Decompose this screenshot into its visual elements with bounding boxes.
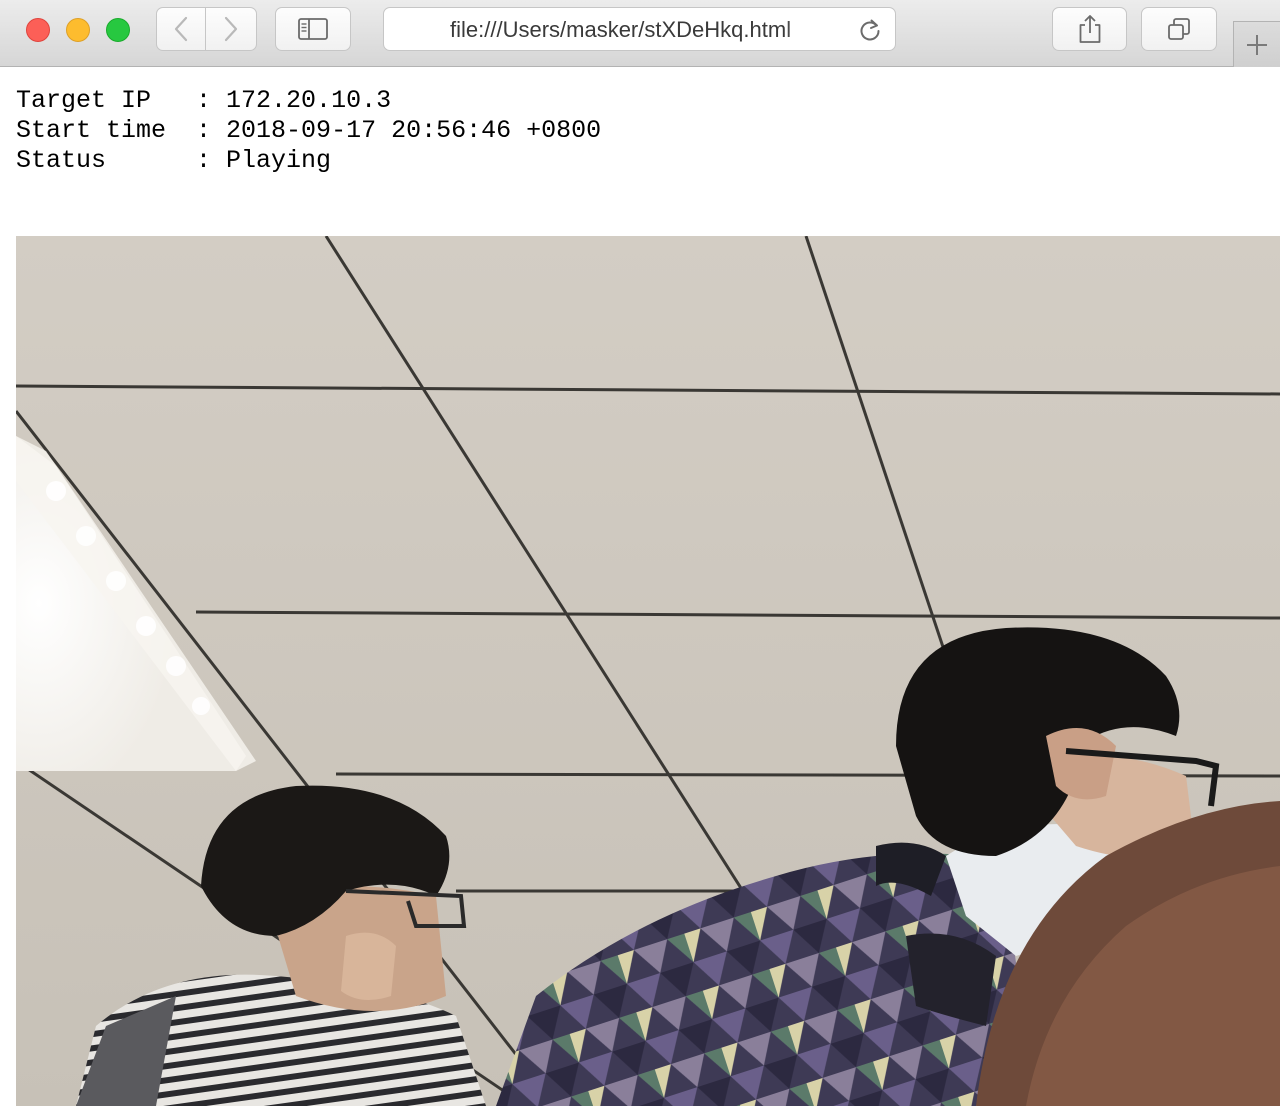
minimize-window-button[interactable] [66, 18, 90, 42]
status-label: Status [16, 146, 182, 175]
chevron-right-icon [224, 16, 238, 42]
share-button[interactable] [1052, 7, 1127, 51]
session-info: Target IP : 172.20.10.3 Start time : 201… [16, 86, 601, 176]
status-row: Status : Playing [16, 146, 601, 176]
target-ip-separator: : [181, 86, 227, 115]
tabs-overview-icon [1168, 18, 1190, 40]
chevron-left-icon [174, 16, 188, 42]
plus-icon [1247, 34, 1267, 55]
status-value: Playing [226, 146, 332, 175]
start-time-separator: : [181, 116, 227, 145]
new-tab-button[interactable] [1233, 21, 1280, 67]
close-window-button[interactable] [26, 18, 50, 42]
camera-stream-image [16, 236, 1280, 1106]
tab-overview-button[interactable] [1141, 7, 1217, 51]
address-bar[interactable]: file:///Users/masker/stXDeHkq.html [383, 7, 896, 51]
start-time-row: Start time : 2018-09-17 20:56:46 +0800 [16, 116, 601, 146]
sidebar-toggle-button[interactable] [275, 7, 351, 51]
target-ip-row: Target IP : 172.20.10.3 [16, 86, 601, 116]
url-text[interactable]: file:///Users/masker/stXDeHkq.html [450, 18, 830, 42]
url-fade [784, 10, 834, 48]
reload-button[interactable] [856, 16, 884, 44]
start-time-label: Start time [16, 116, 182, 145]
zoom-window-button[interactable] [106, 18, 130, 42]
target-ip-value: 172.20.10.3 [226, 86, 392, 115]
reload-icon [860, 19, 880, 41]
share-icon [1079, 15, 1100, 43]
browser-toolbar: file:///Users/masker/stXDeHkq.html [0, 0, 1280, 67]
back-button[interactable] [156, 7, 206, 51]
status-separator: : [181, 146, 227, 175]
start-time-value: 2018-09-17 20:56:46 +0800 [226, 116, 602, 145]
sidebar-icon [298, 18, 328, 40]
forward-button[interactable] [205, 7, 257, 51]
target-ip-label: Target IP [16, 86, 182, 115]
